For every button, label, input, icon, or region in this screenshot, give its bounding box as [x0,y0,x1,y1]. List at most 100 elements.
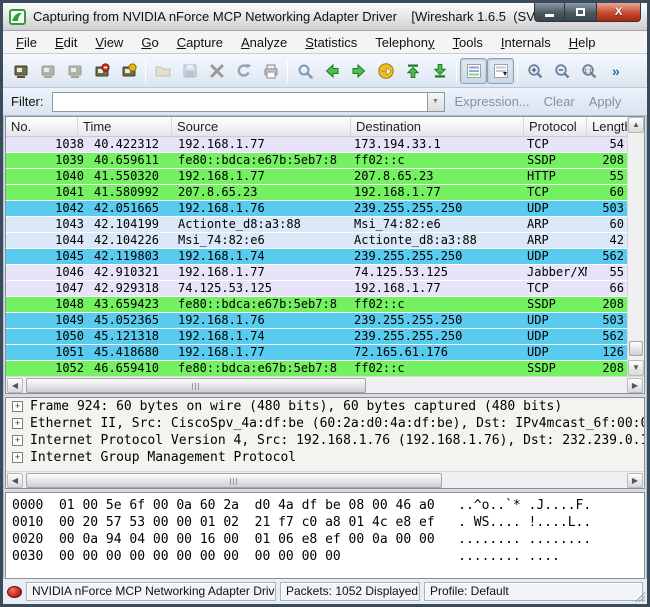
list-interfaces-button[interactable] [7,58,34,84]
toolbar-separator [287,59,288,82]
menu-item-view[interactable]: View [86,33,132,52]
toolbar-overflow-chevron-icon[interactable]: » [612,63,620,79]
zoom-100-button[interactable]: 1:1 [575,58,602,84]
capture-options-button[interactable] [34,58,61,84]
clear-button[interactable]: Clear [544,94,575,109]
expand-plus-icon[interactable]: + [12,401,23,412]
cell-src: 192.168.1.77 [178,169,265,183]
colorize-toggle-button[interactable] [460,57,487,84]
go-forward-button[interactable] [345,58,372,84]
cell-dst: 192.168.1.77 [354,185,441,199]
maximize-button[interactable] [565,3,596,22]
column-header-time[interactable]: Time [78,117,172,137]
details-horizontal-scrollbar[interactable]: ◀ ▶ [6,471,644,488]
cell-src: 192.168.1.77 [178,137,265,151]
go-top-button[interactable] [399,58,426,84]
detail-line[interactable]: + Internet Group Management Protocol [6,449,644,466]
packet-list-horizontal-scrollbar[interactable]: ◀ ▶ [6,376,644,393]
column-header-source[interactable]: Source [172,117,351,137]
cell-no: 1051 [55,345,84,359]
menu-item-telephony[interactable]: Telephony [366,33,443,52]
scroll-left-button[interactable]: ◀ [7,378,23,393]
scroll-down-button[interactable]: ▼ [628,360,644,376]
chevron-down-icon: ▼ [432,98,439,105]
capture-status-icon [7,585,22,598]
packet-row-1052[interactable]: 1052 46.659410 fe80::bdca:e67b:5eb7:8 ff02:… [6,361,644,376]
filter-input[interactable] [51,91,428,112]
menu-item-statistics[interactable]: Statistics [296,33,366,52]
cell-time: 42.104199 [94,217,160,231]
packet-bytes-pane[interactable]: 0000 01 00 5e 6f 00 0a 60 2a d0 4a df be… [5,492,645,579]
expand-plus-icon[interactable]: + [12,418,23,429]
zoom-in-button[interactable] [521,58,548,84]
file-open-button[interactable] [149,58,176,84]
close-button[interactable]: X [596,3,641,22]
column-header-no[interactable]: No. [6,117,78,137]
apply-button[interactable]: Apply [589,94,622,109]
packet-row-1042[interactable]: 1042 42.051665 192.168.1.76 239.255.255.250… [6,201,644,217]
resize-grip[interactable] [633,590,645,602]
menu-item-edit[interactable]: Edit [46,33,86,52]
expression-button[interactable]: Expression... [455,94,530,109]
reload-button[interactable] [230,58,257,84]
title-bar[interactable]: Capturing from NVIDIA nForce MCP Network… [3,3,647,31]
detail-line[interactable]: + Ethernet II, Src: CiscoSpv_4a:df:be (60… [6,415,644,432]
horizontal-scroll-thumb[interactable] [26,473,442,488]
menu-item-file[interactable]: File [7,33,46,52]
menu-item-capture[interactable]: Capture [168,33,232,52]
capture-start-button[interactable] [61,58,88,84]
go-back-button[interactable] [318,58,345,84]
cell-src: fe80::bdca:e67b:5eb7:8 [178,153,337,167]
scroll-right-button[interactable]: ▶ [627,378,643,393]
packet-row-1049[interactable]: 1049 45.052365 192.168.1.76 239.255.255.250… [6,313,644,329]
packet-row-1050[interactable]: 1050 45.121318 192.168.1.74 239.255.255.250… [6,329,644,345]
find-button[interactable] [291,58,318,84]
packet-row-1041[interactable]: 1041 41.580992 207.8.65.23 192.168.1.77 TCP 6… [6,185,644,201]
detail-line[interactable]: + Frame 924: 60 bytes on wire (480 bits),… [6,398,644,415]
packet-row-1045[interactable]: 1045 42.119803 192.168.1.74 239.255.255.250… [6,249,644,265]
packet-row-1048[interactable]: 1048 43.659423 fe80::bdca:e67b:5eb7:8 ff02:… [6,297,644,313]
packet-row-1047[interactable]: 1047 42.929318 74.125.53.125 192.168.1.77 TC… [6,281,644,297]
capture-stop-button[interactable] [88,58,115,84]
expand-plus-icon[interactable]: + [12,435,23,446]
arrow-down-icon: ▼ [632,363,640,372]
cell-dst: ff02::c [354,153,405,167]
menu-item-tools[interactable]: Tools [444,33,492,52]
packet-row-1046[interactable]: 1046 42.910321 192.168.1.77 74.125.53.125 Ja… [6,265,644,281]
scroll-right-button[interactable]: ▶ [627,473,643,488]
print-button[interactable] [257,58,284,84]
file-save-button[interactable] [176,58,203,84]
cell-src: 192.168.1.77 [178,265,265,279]
file-close-button[interactable] [203,58,230,84]
vertical-scroll-thumb[interactable] [629,341,643,356]
menu-item-go[interactable]: Go [132,33,167,52]
scroll-left-button[interactable]: ◀ [7,473,23,488]
menu-item-internals[interactable]: Internals [492,33,560,52]
filter-dropdown-button[interactable]: ▼ [427,91,445,112]
packet-row-1040[interactable]: 1040 41.550320 192.168.1.77 207.8.65.23 HTTP… [6,169,644,185]
zoom-out-button[interactable] [548,58,575,84]
packet-row-1051[interactable]: 1051 45.418680 192.168.1.77 72.165.61.176 UD… [6,345,644,361]
cell-len: 60 [609,185,624,199]
minimize-button[interactable] [534,3,565,22]
horizontal-scroll-thumb[interactable] [26,378,366,393]
auto-scroll-toggle-button[interactable] [487,57,514,84]
go-to-packet-button[interactable] [372,58,399,84]
packet-list-vertical-scrollbar[interactable]: ▲ ▼ [627,117,644,376]
packet-row-1039[interactable]: 1039 40.659611 fe80::bdca:e67b:5eb7:8 ff02:… [6,153,644,169]
cell-dst: 173.194.33.1 [354,137,441,151]
scroll-up-button[interactable]: ▲ [628,117,644,133]
cell-time: 42.929318 [94,281,160,295]
packet-row-1044[interactable]: 1044 42.104226 Msi_74:82:e6 Actionte_d8:a3:… [6,233,644,249]
go-bottom-button[interactable] [426,58,453,84]
status-interface: NVIDIA nForce MCP Networking Adapter Dri… [26,582,276,601]
expand-plus-icon[interactable]: + [12,452,23,463]
column-header-protocol[interactable]: Protocol [524,117,587,137]
detail-line[interactable]: + Internet Protocol Version 4, Src: 192.1… [6,432,644,449]
menu-item-help[interactable]: Help [560,33,605,52]
packet-row-1038[interactable]: 1038 40.422312 192.168.1.77 173.194.33.1 TCP… [6,137,644,153]
capture-restart-button[interactable] [115,58,142,84]
menu-item-analyze[interactable]: Analyze [232,33,296,52]
column-header-destination[interactable]: Destination [351,117,524,137]
packet-row-1043[interactable]: 1043 42.104199 Actionte_d8:a3:88 Msi_74:82:… [6,217,644,233]
